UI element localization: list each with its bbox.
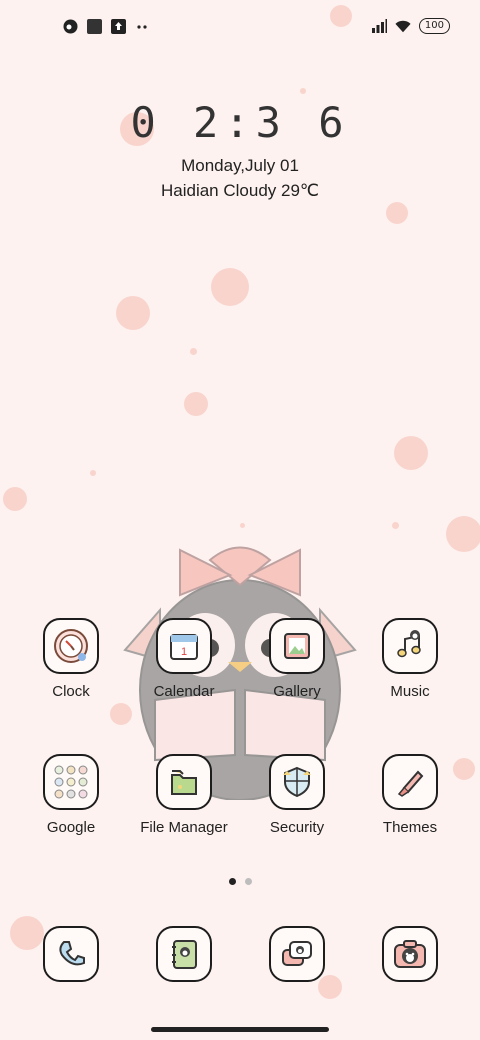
calendar-day: 1	[181, 646, 187, 658]
upload-icon	[110, 18, 126, 34]
app-clock[interactable]: Clock	[16, 618, 126, 700]
app-file-manager[interactable]: File Manager	[129, 754, 239, 836]
weather-info[interactable]: Haidian Cloudy 29℃	[0, 181, 480, 201]
clock-icon[interactable]	[43, 618, 99, 674]
dock-camera[interactable]	[355, 926, 465, 982]
themes-brush-icon[interactable]	[382, 754, 438, 810]
dock-phone[interactable]	[16, 926, 126, 982]
phone-icon[interactable]	[43, 926, 99, 982]
contacts-icon[interactable]	[156, 926, 212, 982]
battery-icon: 100	[418, 18, 450, 34]
google-folder-icon[interactable]	[43, 754, 99, 810]
calendar-icon[interactable]: 1	[156, 618, 212, 674]
app-google-folder[interactable]: Google	[16, 754, 126, 836]
app-label: Security	[269, 819, 325, 836]
signal-icon	[371, 18, 387, 34]
more-notifications-icon	[134, 18, 150, 34]
app-label: Gallery	[273, 683, 321, 700]
app-calendar[interactable]: 1 Calendar	[129, 618, 239, 700]
app-notification-icon	[62, 18, 78, 34]
dock-contacts[interactable]	[129, 926, 239, 982]
clock-date[interactable]: Monday,July 01	[0, 156, 480, 176]
file-manager-icon[interactable]	[156, 754, 212, 810]
app-themes[interactable]: Themes	[355, 754, 465, 836]
app-label: Calendar	[153, 683, 215, 700]
app-label: File Manager	[140, 819, 228, 836]
square-notification-icon	[86, 18, 102, 34]
app-security[interactable]: Security	[242, 754, 352, 836]
messages-icon[interactable]	[269, 926, 325, 982]
dock-messages[interactable]	[242, 926, 352, 982]
page-dot-2[interactable]	[244, 878, 252, 885]
app-music[interactable]: Music	[355, 618, 465, 700]
security-shield-icon[interactable]	[269, 754, 325, 810]
app-label: Themes	[382, 819, 438, 836]
home-gesture-bar[interactable]	[151, 1027, 329, 1032]
camera-icon[interactable]	[382, 926, 438, 982]
app-gallery[interactable]: Gallery	[242, 618, 352, 700]
status-bar: 100	[0, 14, 480, 42]
wifi-icon	[395, 18, 411, 34]
page-dot-1[interactable]	[228, 878, 236, 885]
music-icon[interactable]	[382, 618, 438, 674]
page-indicator[interactable]	[0, 878, 480, 885]
app-label: Google	[46, 819, 96, 836]
gallery-icon[interactable]	[269, 618, 325, 674]
clock-time[interactable]: 0 2:3 6	[0, 98, 480, 147]
app-label: Clock	[52, 683, 90, 700]
app-label: Music	[390, 683, 430, 700]
